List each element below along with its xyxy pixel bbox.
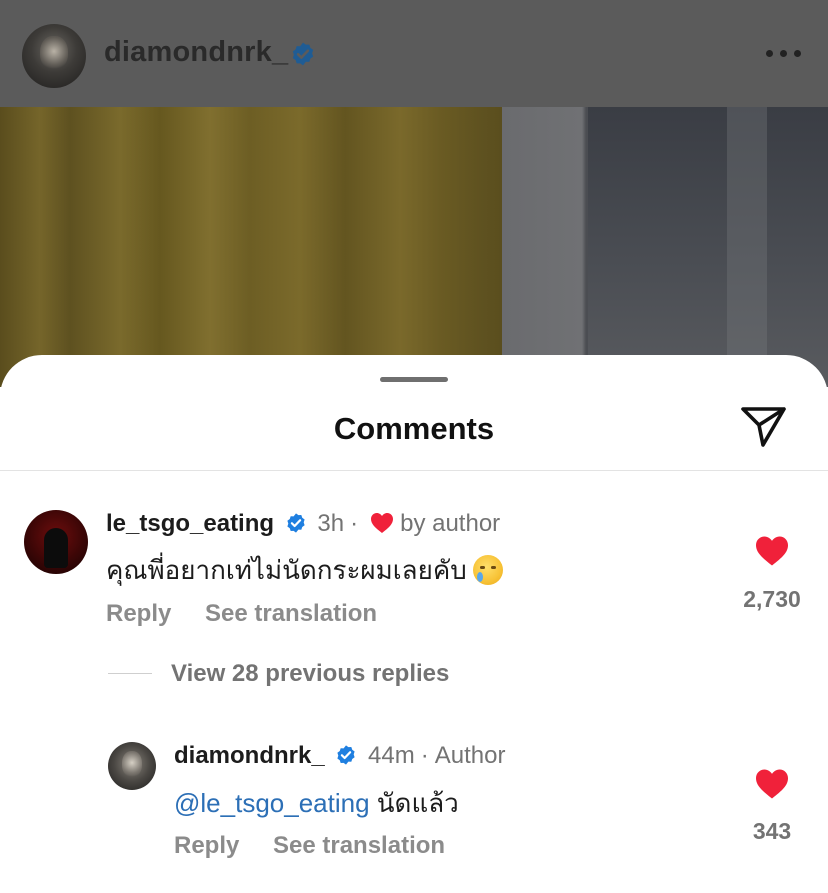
author-label: Author — [434, 742, 506, 769]
drag-handle[interactable] — [380, 377, 448, 382]
commenter-avatar[interactable] — [24, 510, 88, 574]
post-header: diamondnrk_ — [0, 0, 828, 107]
comment-body: คุณพี่อยากเท่ไม่นัดกระผมเลยคับ — [106, 555, 467, 585]
see-translation-button[interactable]: See translation — [205, 600, 377, 628]
post-author-username[interactable]: diamondnrk_ — [104, 36, 288, 69]
reply-meta: diamondnrk_ 44m · Author — [174, 742, 505, 770]
comment-meta: le_tsgo_eating 3h · by author — [106, 510, 500, 538]
mention-link[interactable]: @le_tsgo_eating — [174, 788, 370, 818]
reply-username[interactable]: diamondnrk_ — [174, 742, 325, 769]
share-icon[interactable] — [740, 405, 788, 449]
reply-button[interactable]: Reply — [106, 600, 171, 628]
post-media — [0, 107, 828, 387]
post-author-avatar[interactable] — [22, 24, 86, 88]
verified-icon — [292, 42, 314, 66]
reply-author-avatar[interactable] — [108, 742, 156, 790]
verified-icon — [287, 513, 305, 533]
comments-sheet: Comments le_tsgo_eating 3h · by author คุ… — [0, 355, 828, 893]
like-count: 2,730 — [743, 586, 801, 612]
like-heart-icon[interactable] — [754, 535, 790, 567]
see-translation-button[interactable]: See translation — [273, 832, 445, 860]
liked-by-author-label: by author — [400, 510, 501, 537]
curtain-area — [0, 107, 502, 387]
reply-time: 44m — [368, 742, 415, 769]
view-previous-replies-button[interactable]: View 28 previous replies — [171, 660, 449, 688]
crying-emoji — [472, 555, 503, 585]
separator-dot: · — [350, 510, 359, 537]
sheet-divider — [0, 470, 828, 471]
reply-button[interactable]: Reply — [174, 832, 239, 860]
separator-dot: · — [420, 742, 429, 769]
comments-title: Comments — [333, 411, 495, 446]
reply-text: @le_tsgo_eating นัดแล้ว — [174, 783, 459, 824]
reply-body: นัดแล้ว — [376, 788, 459, 818]
like-heart-icon[interactable] — [754, 768, 790, 800]
replies-divider-line — [108, 673, 152, 674]
window-pane — [588, 107, 828, 387]
like-count: 343 — [752, 818, 792, 844]
verified-icon — [337, 745, 355, 765]
commenter-username[interactable]: le_tsgo_eating — [106, 510, 274, 537]
comment-time: 3h — [317, 510, 345, 537]
comment-text: คุณพี่อยากเท่ไม่นัดกระผมเลยคับ — [106, 550, 503, 591]
window-bar — [727, 107, 767, 387]
more-options-icon[interactable] — [766, 48, 802, 60]
heart-icon — [371, 513, 394, 533]
